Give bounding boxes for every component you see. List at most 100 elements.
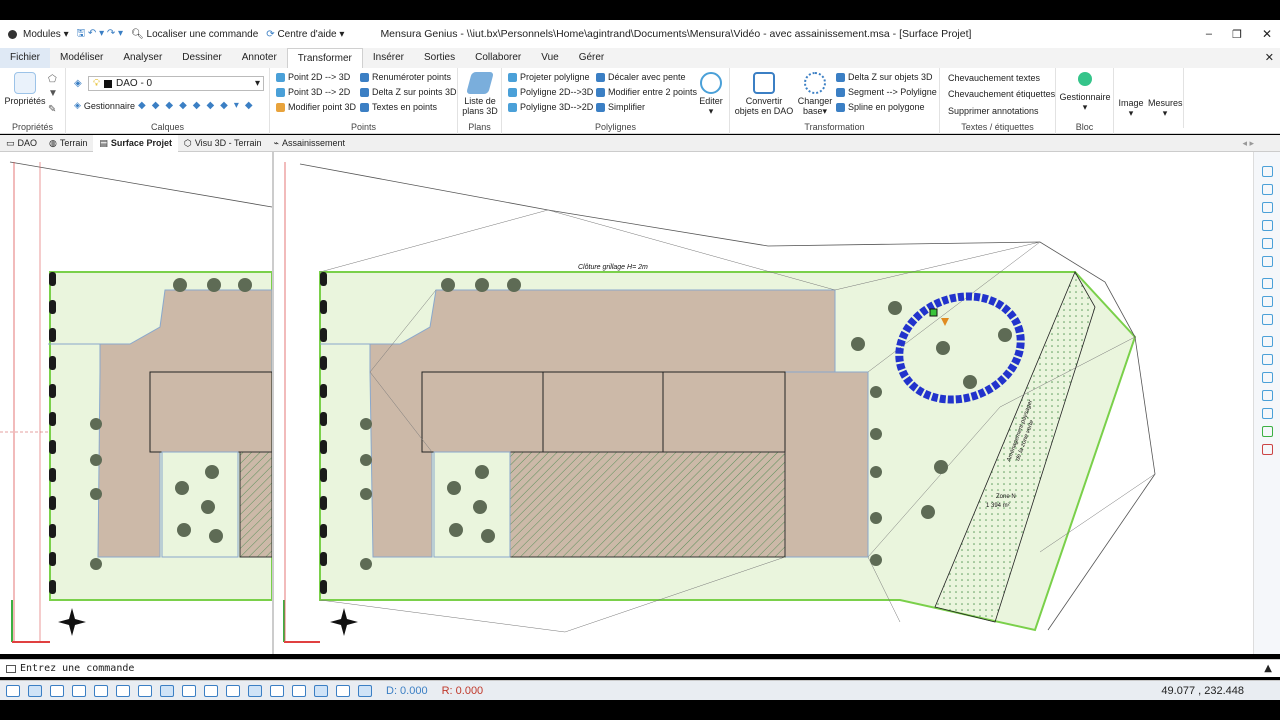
changer-base-button[interactable]: Changer base▾ [796, 72, 834, 116]
tab-modeliser[interactable]: Modéliser [50, 48, 113, 68]
grip-handle[interactable] [929, 308, 938, 317]
point-3d-2d-button[interactable]: Point 3D --> 2D [276, 87, 350, 97]
restore-button[interactable]: ❐ [1232, 28, 1242, 41]
tab-fichier[interactable]: Fichier [0, 48, 51, 68]
modifier-point-3d-button[interactable]: Modifier point 3D [276, 102, 356, 112]
centre-aide-button[interactable]: ⟳ Centre d'aide ▾ [266, 29, 344, 40]
zoom-in-icon[interactable] [1262, 238, 1273, 249]
magnet-icon[interactable] [1262, 426, 1273, 437]
proprietes-button[interactable]: Propriétés [4, 72, 46, 106]
textes-en-points-button[interactable]: Textes en points [360, 102, 437, 112]
decaler-pente-button[interactable]: Décaler avec pente [596, 72, 686, 82]
pdf-icon[interactable] [336, 684, 350, 697]
quick-access-icons[interactable]: 🖫 ↶ ▾ ↷ ▾ [77, 26, 123, 43]
snap-mode-icon[interactable] [6, 684, 20, 697]
copy-icon[interactable] [1262, 372, 1273, 383]
mirror-icon[interactable] [1262, 390, 1273, 401]
spline-polygone-button[interactable]: Spline en polygone [836, 102, 925, 112]
3d-snap-icon[interactable] [204, 684, 218, 697]
2d-snap-icon[interactable] [182, 684, 196, 697]
segment-polyligne-button[interactable]: Segment --> Polyligne [836, 87, 937, 97]
localiser-button[interactable]: 🔍︎ Localiser une commande [131, 29, 258, 40]
simplifier-button[interactable]: Simplifier [596, 102, 645, 112]
convertir-dao-button[interactable]: Convertir objets en DAO [734, 72, 794, 116]
bloc-gestionnaire-button[interactable]: Gestionnaire ▾ [1058, 72, 1112, 112]
layer-select[interactable]: 💡︎ DAO - 0 ▾ [88, 76, 264, 91]
pick-icon[interactable]: ✎ [48, 104, 56, 115]
editer-button[interactable]: Editer ▾ [694, 72, 728, 116]
liste-plans-button[interactable]: Liste de plans 3D [460, 72, 500, 116]
doc-tab-surface-projet[interactable]: ▤ Surface Projet [93, 134, 178, 152]
modifier-2-points-button[interactable]: Modifier entre 2 points [596, 87, 697, 97]
ribbon-close-icon[interactable]: ✕ [1265, 51, 1274, 64]
tab-collaborer[interactable]: Collaborer [465, 48, 531, 68]
align-icon[interactable] [1262, 354, 1273, 365]
object-snap-icon[interactable] [226, 684, 240, 697]
lineweight-icon[interactable] [248, 684, 262, 697]
drawing-canvas[interactable]: Clôture grillage H= 2m Zone N 1 394 m² A… [0, 152, 1253, 654]
close-button[interactable]: ✕ [1262, 27, 1272, 41]
snap-icon[interactable] [1262, 278, 1273, 289]
polyligne-2d-3d-button[interactable]: Polyligne 2D-->3D [508, 87, 593, 97]
zoom-out-icon[interactable] [1262, 256, 1273, 267]
zoom-extents-icon[interactable] [1262, 166, 1273, 177]
doc-tab-dao[interactable]: ▭ DAO [0, 135, 43, 152]
doc-tab-terrain[interactable]: ◍ Terrain [43, 135, 93, 152]
selection-filter-icon[interactable] [358, 684, 372, 697]
group-label-proprietes: Propriétés [11, 122, 54, 132]
grid-snap-icon[interactable] [160, 684, 174, 697]
angle-icon[interactable] [116, 684, 130, 697]
rotate-icon[interactable] [1262, 314, 1273, 325]
chevauchement-etiquettes-button[interactable]: Chevauchement étiquettes [948, 89, 1055, 99]
orbit-icon[interactable] [1262, 220, 1273, 231]
command-up-icon[interactable]: ▲ [1264, 660, 1272, 677]
image-button[interactable]: Image ▾ [1116, 98, 1146, 118]
command-line[interactable]: Entrez une commande ▲ [0, 659, 1280, 677]
select-icon[interactable]: ⬠ [48, 74, 57, 85]
tab-inserer[interactable]: Insérer [363, 48, 414, 68]
doc-tab-assainissement[interactable]: ⌁ Assainissement [268, 135, 351, 152]
drawing-svg[interactable]: Clôture grillage H= 2m Zone N 1 394 m² A… [0, 152, 1253, 654]
chevauchement-textes-button[interactable]: Chevauchement textes [948, 73, 1040, 83]
ortho-icon[interactable] [28, 684, 42, 697]
projeter-polyligne-button[interactable]: Projeter polyligne [508, 72, 590, 82]
minimize-button[interactable]: – [1206, 28, 1212, 40]
left-viewport[interactable] [0, 152, 273, 654]
layout-icon[interactable] [50, 684, 64, 697]
2d-view-icon[interactable] [72, 684, 86, 697]
tab-analyser[interactable]: Analyser [113, 48, 172, 68]
pan-icon[interactable] [1262, 202, 1273, 213]
table-icon[interactable] [314, 684, 328, 697]
supprimer-annotations-button[interactable]: Supprimer annotations [948, 106, 1039, 116]
tab-sorties[interactable]: Sorties [414, 48, 465, 68]
circle-snap-icon[interactable] [138, 684, 152, 697]
polyligne-3d-2d-button[interactable]: Polyligne 3D-->2D [508, 102, 593, 112]
tab-transformer[interactable]: Transformer [286, 48, 363, 68]
tab-vue[interactable]: Vue [531, 48, 568, 68]
tab-scroll-icons[interactable]: ◂ ▸ [1242, 138, 1254, 149]
tab-gerer[interactable]: Gérer [569, 48, 615, 68]
delta-z-objets-button[interactable]: Delta Z sur objets 3D [836, 72, 933, 82]
right-viewport[interactable]: Clôture grillage H= 2m Zone N 1 394 m² A… [283, 162, 1156, 643]
layer-tools-icons[interactable]: ◆◆◆◆◆◆◆▾◆ [138, 100, 259, 111]
mesures-button[interactable]: Mesures ▾ [1148, 98, 1183, 118]
calques-gestionnaire-button[interactable]: ◈ Gestionnaire [74, 100, 135, 111]
delta-z-points-button[interactable]: Delta Z sur points 3D [360, 87, 457, 97]
app-logo-icon [8, 29, 17, 39]
delete-icon[interactable] [1262, 444, 1273, 455]
modules-menu[interactable]: Modules ▾ [23, 29, 69, 40]
point-2d-3d-button[interactable]: Point 2D --> 3D [276, 72, 350, 82]
doc-tab-visu-3d[interactable]: ⬡ Visu 3D - Terrain [178, 135, 268, 152]
transparency-icon[interactable] [270, 684, 284, 697]
tab-annoter[interactable]: Annoter [232, 48, 287, 68]
tab-dessiner[interactable]: Dessiner [172, 48, 231, 68]
measure-icon[interactable] [1262, 336, 1273, 347]
curve-icon[interactable] [94, 684, 108, 697]
filter-icon[interactable]: ▼ [48, 88, 58, 99]
scale-icon[interactable] [1262, 408, 1273, 419]
grid-icon[interactable] [1262, 296, 1273, 307]
zoom-window-icon[interactable] [1262, 184, 1273, 195]
command-input[interactable]: Entrez une commande [20, 663, 134, 674]
renumeroter-button[interactable]: Renuméroter points [360, 72, 451, 82]
selection-cycle-icon[interactable] [292, 684, 306, 697]
